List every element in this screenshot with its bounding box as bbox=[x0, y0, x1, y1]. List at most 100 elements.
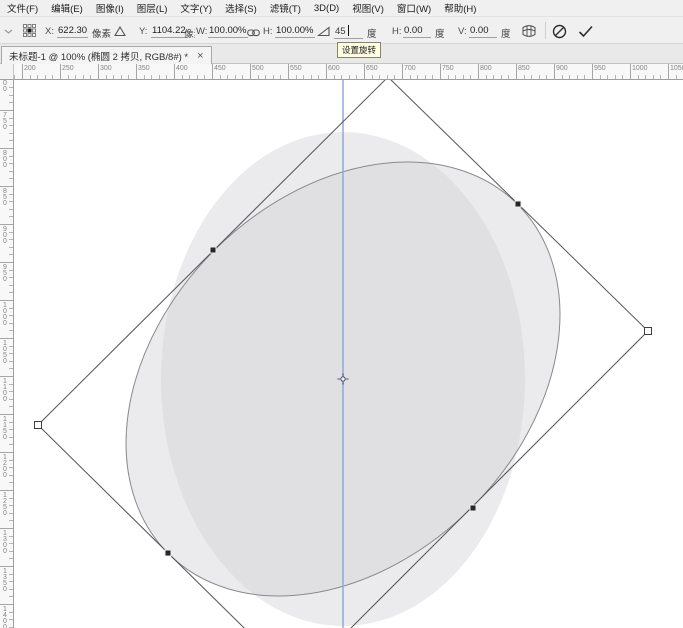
rotation-field[interactable]: 45 bbox=[334, 25, 363, 39]
ruler-minor-tick bbox=[14, 75, 15, 79]
menu-select[interactable]: 选择(S) bbox=[219, 0, 263, 16]
y-position-field[interactable]: 1104.22 bbox=[151, 25, 187, 38]
menu-window[interactable]: 窗口(W) bbox=[391, 0, 437, 16]
rotation-angle-icon bbox=[317, 26, 330, 37]
x-position-field[interactable]: 622.30 bbox=[57, 25, 88, 38]
ruler-minor-tick bbox=[372, 75, 373, 79]
cancel-transform-icon[interactable] bbox=[552, 24, 567, 39]
text-cursor bbox=[348, 25, 349, 36]
ruler-minor-tick bbox=[9, 270, 13, 271]
v-skew-field[interactable]: 0.00 bbox=[469, 25, 497, 38]
ruler-minor-tick bbox=[9, 437, 13, 438]
menu-file[interactable]: 文件(F) bbox=[1, 0, 44, 16]
reference-point-locator-icon[interactable] bbox=[23, 24, 36, 37]
ruler-minor-tick bbox=[318, 75, 319, 79]
ruler-minor-tick bbox=[9, 133, 13, 134]
ruler-minor-tick bbox=[9, 140, 13, 141]
ruler-label: 900 bbox=[556, 65, 568, 72]
ruler-tick bbox=[0, 224, 13, 225]
ruler-minor-tick bbox=[9, 612, 13, 613]
ruler-minor-tick bbox=[9, 194, 13, 195]
maintain-aspect-ratio-link-icon[interactable] bbox=[247, 29, 260, 37]
ruler-minor-tick bbox=[9, 574, 13, 575]
ruler-tick bbox=[478, 64, 479, 79]
width-field[interactable]: 100.00% bbox=[208, 25, 248, 38]
ruler-tick bbox=[516, 64, 517, 79]
chevron-down-icon[interactable] bbox=[4, 29, 13, 34]
menu-help[interactable]: 帮助(H) bbox=[438, 0, 482, 16]
x-position-label: X: bbox=[45, 26, 54, 37]
ruler-minor-tick bbox=[562, 75, 563, 79]
document-tab[interactable]: 未标题-1 @ 100% (椭圆 2 拷贝, RGB/8#) * × bbox=[1, 46, 212, 64]
ruler-minor-tick bbox=[121, 75, 122, 79]
menu-view[interactable]: 视图(V) bbox=[346, 0, 390, 16]
ruler-tick bbox=[98, 64, 99, 79]
ruler-minor-tick bbox=[220, 75, 221, 79]
ruler-tick bbox=[0, 566, 13, 567]
height-field[interactable]: 100.00% bbox=[275, 25, 315, 38]
ruler-minor-tick bbox=[9, 444, 13, 445]
ruler-minor-tick bbox=[273, 75, 274, 79]
menu-filter[interactable]: 滤镜(T) bbox=[264, 0, 307, 16]
ruler-minor-tick bbox=[9, 505, 13, 506]
ruler-minor-tick bbox=[68, 75, 69, 79]
y-position-label: Y: bbox=[139, 26, 147, 37]
reference-point-center[interactable] bbox=[28, 29, 31, 32]
width-label: W: bbox=[196, 26, 207, 37]
options-separator bbox=[545, 22, 546, 39]
ruler-minor-tick bbox=[645, 75, 646, 79]
ruler-tick bbox=[0, 376, 13, 377]
h-skew-unit-label: 度 bbox=[435, 26, 445, 40]
ruler-tick bbox=[0, 148, 13, 149]
ruler-left[interactable]: 7 0 07 5 08 0 08 5 09 0 09 5 01 0 0 01 0… bbox=[0, 80, 14, 628]
ruler-minor-tick bbox=[493, 75, 494, 79]
ruler-corner[interactable] bbox=[0, 64, 14, 80]
x-unit-label: 像素 bbox=[92, 26, 111, 40]
warp-mode-toggle-icon[interactable] bbox=[521, 24, 537, 38]
canvas-work-area[interactable] bbox=[14, 80, 683, 628]
ruler-minor-tick bbox=[341, 75, 342, 79]
relative-positioning-triangle-icon[interactable] bbox=[114, 26, 126, 37]
ruler-tick bbox=[364, 64, 365, 79]
ruler-label: 950 bbox=[594, 65, 606, 72]
commit-transform-icon[interactable] bbox=[578, 25, 594, 38]
menu-image[interactable]: 图像(I) bbox=[90, 0, 130, 16]
ruler-minor-tick bbox=[9, 619, 13, 620]
ruler-minor-tick bbox=[9, 125, 13, 126]
ruler-minor-tick bbox=[9, 201, 13, 202]
ruler-top[interactable]: 2002503003504004505005506006507007508008… bbox=[14, 64, 683, 80]
ruler-minor-tick bbox=[600, 75, 601, 79]
h-skew-label: H: bbox=[392, 26, 402, 37]
ruler-minor-tick bbox=[9, 543, 13, 544]
ruler-label: 9 5 0 bbox=[3, 265, 7, 283]
close-icon[interactable]: × bbox=[197, 51, 203, 61]
ruler-minor-tick bbox=[334, 75, 335, 79]
ruler-minor-tick bbox=[455, 75, 456, 79]
ruler-label: 700 bbox=[404, 65, 416, 72]
ruler-tick bbox=[174, 64, 175, 79]
menu-edit[interactable]: 编辑(E) bbox=[45, 0, 89, 16]
ruler-minor-tick bbox=[9, 308, 13, 309]
ruler-minor-tick bbox=[470, 75, 471, 79]
ruler-minor-tick bbox=[242, 75, 243, 79]
ruler-minor-tick bbox=[501, 75, 502, 79]
ruler-minor-tick bbox=[653, 75, 654, 79]
ruler-minor-tick bbox=[9, 292, 13, 293]
ruler-label: 1 3 0 0 bbox=[3, 531, 7, 555]
ruler-tick bbox=[0, 452, 13, 453]
ruler-minor-tick bbox=[9, 482, 13, 483]
menu-3d[interactable]: 3D(D) bbox=[308, 0, 345, 16]
ruler-minor-tick bbox=[9, 536, 13, 537]
rotation-unit-label: 度 bbox=[367, 26, 377, 40]
ruler-minor-tick bbox=[296, 75, 297, 79]
ruler-minor-tick bbox=[448, 75, 449, 79]
h-skew-field[interactable]: 0.00 bbox=[403, 25, 431, 38]
menu-layer[interactable]: 图层(L) bbox=[131, 0, 174, 16]
ruler-label: 350 bbox=[138, 65, 150, 72]
set-rotation-tooltip: 设置旋转 bbox=[337, 42, 381, 58]
menu-type[interactable]: 文字(Y) bbox=[174, 0, 218, 16]
ruler-tick bbox=[0, 414, 13, 415]
ruler-minor-tick bbox=[197, 75, 198, 79]
ruler-minor-tick bbox=[159, 75, 160, 79]
ruler-label: 7 0 0 bbox=[3, 80, 7, 93]
